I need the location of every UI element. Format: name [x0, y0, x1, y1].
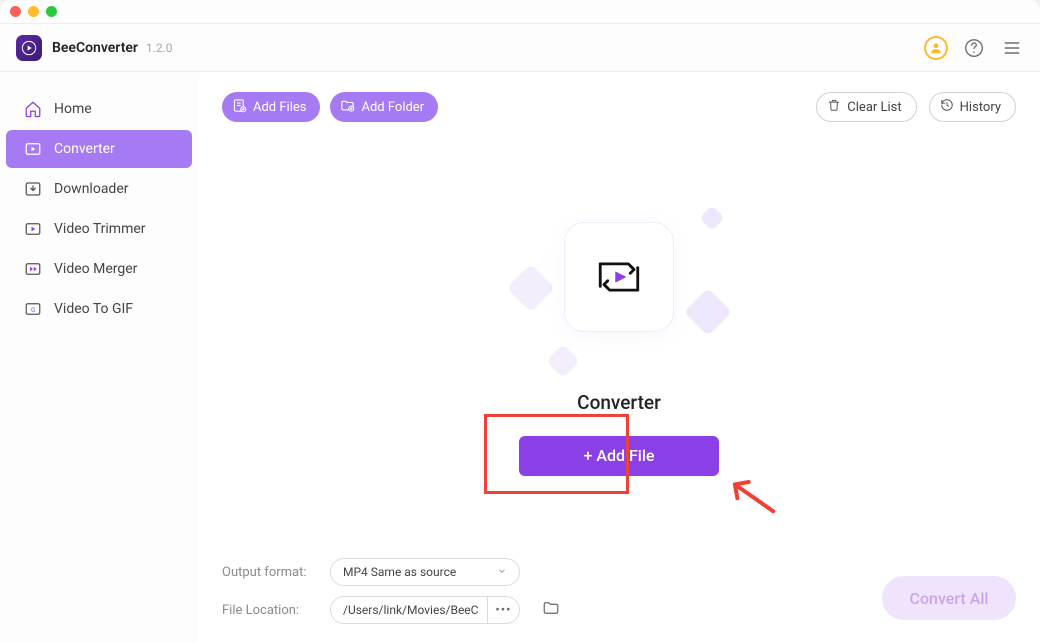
- account-button[interactable]: [924, 36, 948, 60]
- app-logo: [16, 35, 42, 61]
- dropzone-illustration: [509, 203, 729, 373]
- sidebar-item-label: Home: [54, 101, 92, 117]
- sidebar-item-label: Video To GIF: [54, 301, 133, 317]
- window-titlebar: [0, 0, 1040, 24]
- sidebar-item-label: Video Trimmer: [54, 221, 146, 237]
- sidebar-item-home[interactable]: Home: [6, 90, 192, 128]
- history-button[interactable]: History: [929, 92, 1016, 122]
- sidebar-item-gif[interactable]: G Video To GIF: [6, 290, 192, 328]
- toolbar: Add Files Add Folder Clear List: [198, 72, 1040, 130]
- add-file-button[interactable]: + Add File: [519, 436, 719, 476]
- sidebar-item-converter[interactable]: Converter: [6, 130, 192, 168]
- add-folder-button[interactable]: Add Folder: [330, 92, 438, 122]
- dropzone-title: Converter: [577, 391, 661, 414]
- output-format-select[interactable]: MP4 Same as source: [330, 558, 520, 586]
- sidebar-item-label: Converter: [54, 141, 115, 157]
- gif-icon: G: [24, 300, 42, 318]
- help-button[interactable]: [962, 36, 986, 60]
- svg-text:G: G: [31, 307, 35, 314]
- footer: Output format: MP4 Same as source File L…: [198, 548, 1040, 642]
- sidebar: Home Converter Downloader Video Trimmer …: [0, 72, 198, 642]
- add-files-icon: [232, 98, 247, 117]
- close-window-button[interactable]: [10, 6, 21, 17]
- convert-all-button[interactable]: Convert All: [882, 576, 1016, 620]
- sidebar-item-label: Downloader: [54, 181, 129, 197]
- add-files-button[interactable]: Add Files: [222, 92, 320, 122]
- add-files-label: Add Files: [253, 100, 306, 115]
- output-format-value: MP4 Same as source: [343, 565, 456, 579]
- converter-icon: [24, 140, 42, 158]
- file-location-value: /Users/link/Movies/BeeC: [330, 596, 488, 624]
- history-icon: [940, 98, 954, 116]
- home-icon: [24, 100, 42, 118]
- output-format-label: Output format:: [222, 565, 318, 580]
- chevron-down-icon: [497, 565, 507, 579]
- app-header: BeeConverter 1.2.0: [0, 24, 1040, 72]
- add-folder-label: Add Folder: [361, 100, 424, 115]
- open-folder-button[interactable]: [542, 599, 560, 621]
- sidebar-item-merger[interactable]: Video Merger: [6, 250, 192, 288]
- annotation-arrow: [721, 466, 779, 524]
- download-icon: [24, 180, 42, 198]
- clear-list-label: Clear List: [847, 100, 901, 115]
- clear-list-button[interactable]: Clear List: [816, 92, 916, 122]
- trash-icon: [827, 98, 841, 116]
- minimize-window-button[interactable]: [28, 6, 39, 17]
- sidebar-item-trimmer[interactable]: Video Trimmer: [6, 210, 192, 248]
- menu-button[interactable]: [1000, 36, 1024, 60]
- trimmer-icon: [24, 220, 42, 238]
- add-folder-icon: [340, 98, 355, 117]
- dropzone: Converter + Add File: [198, 130, 1040, 548]
- add-file-label: + Add File: [583, 446, 654, 465]
- maximize-window-button[interactable]: [46, 6, 57, 17]
- merger-icon: [24, 260, 42, 278]
- app-version: 1.2.0: [146, 41, 173, 55]
- sidebar-item-downloader[interactable]: Downloader: [6, 170, 192, 208]
- convert-icon: [589, 247, 649, 307]
- convert-all-label: Convert All: [910, 589, 989, 608]
- file-location-more-button[interactable]: •••: [488, 596, 520, 624]
- file-location-label: File Location:: [222, 603, 318, 618]
- app-title: BeeConverter: [52, 40, 138, 56]
- sidebar-item-label: Video Merger: [54, 261, 137, 277]
- history-label: History: [960, 100, 1001, 115]
